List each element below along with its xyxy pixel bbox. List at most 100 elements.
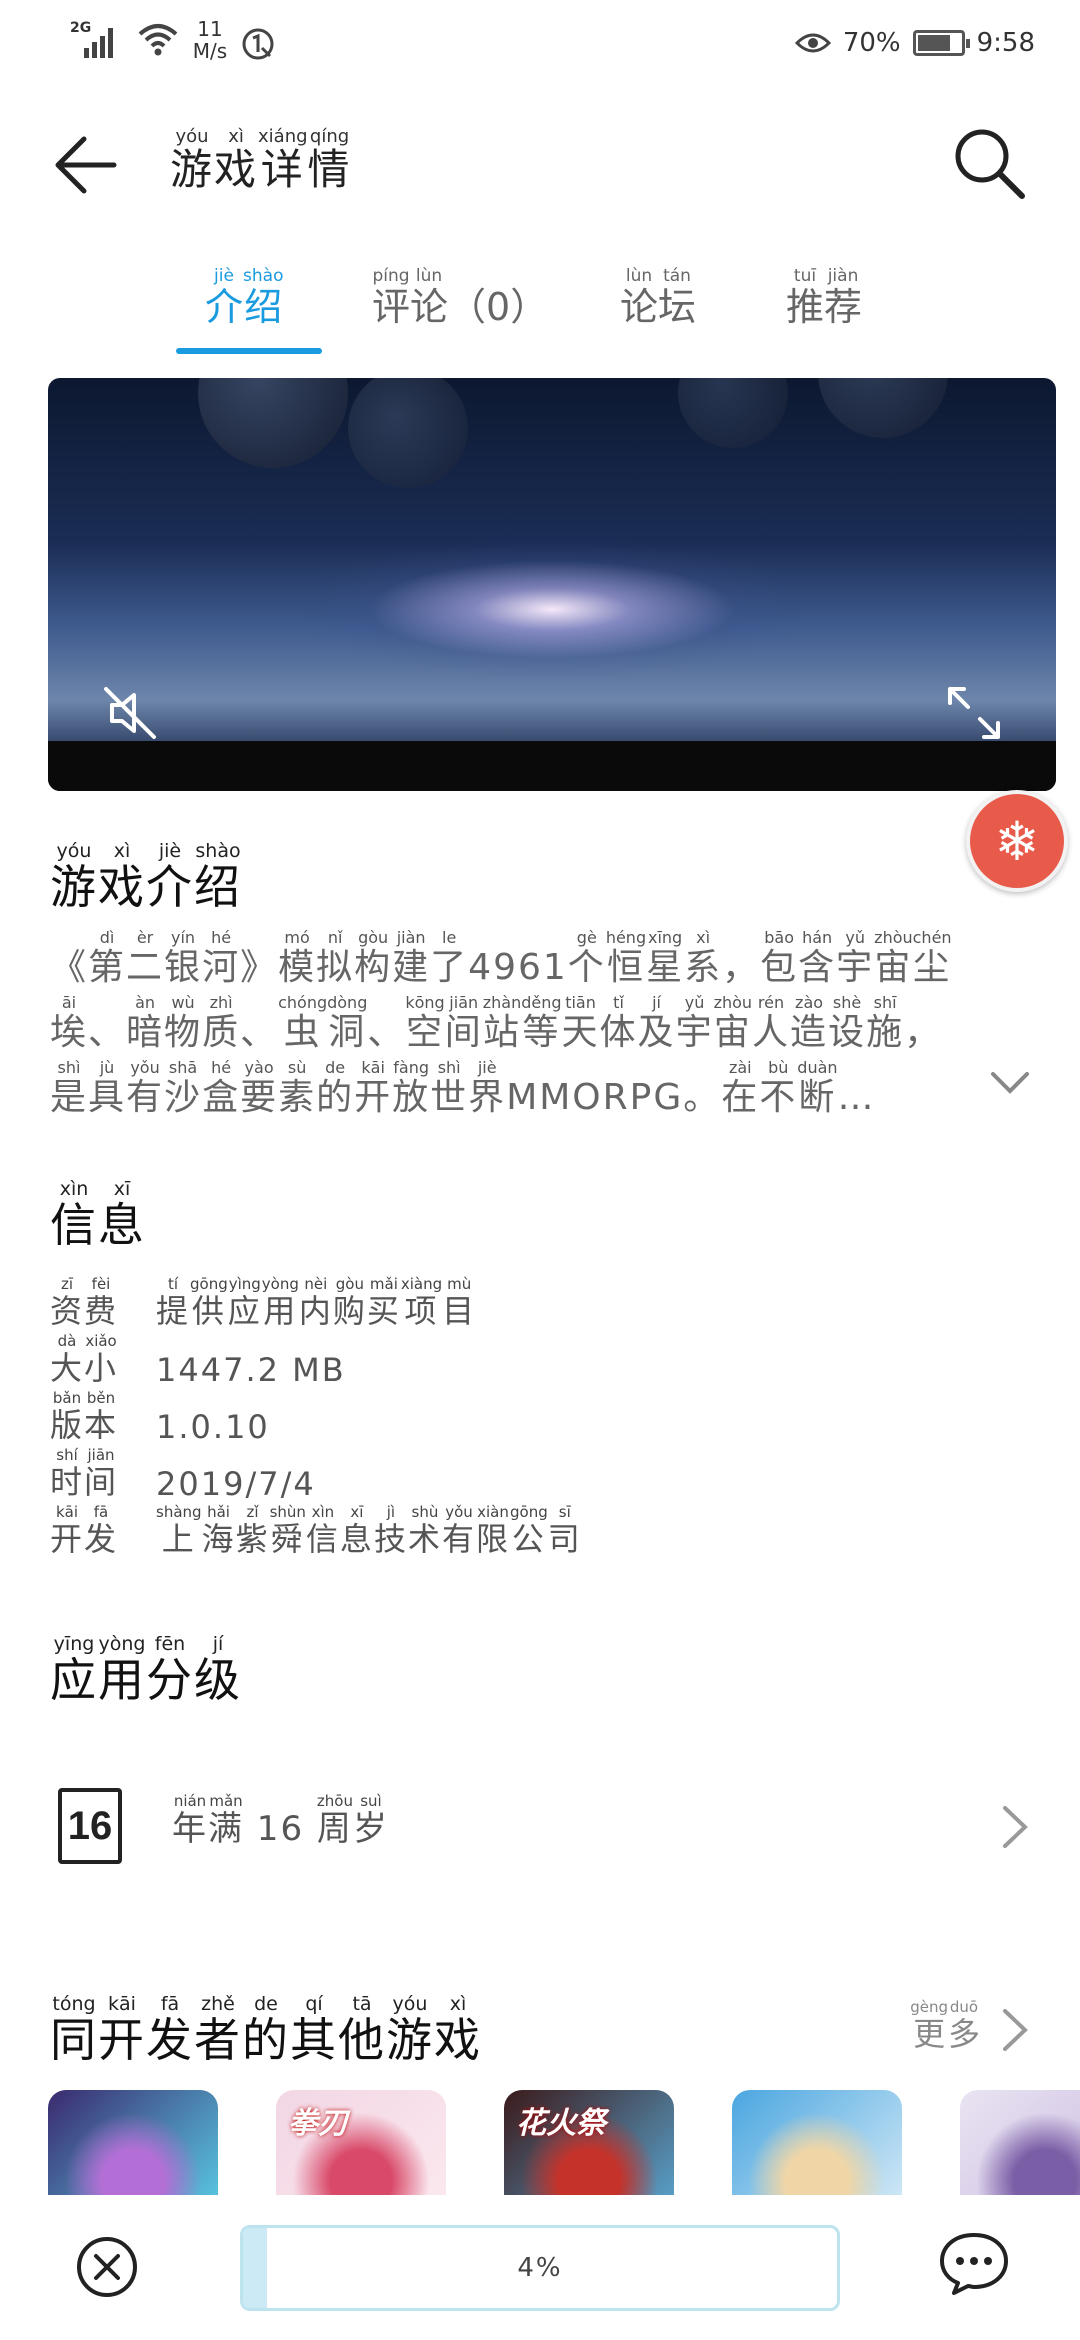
age-rating-row[interactable]: 16 年nián满mǎn 16 周zhōu岁suì [0, 1770, 1080, 1880]
info-row: 时shí间jiān 2019/7/4 [50, 1446, 582, 1503]
close-icon[interactable] [75, 2235, 139, 2299]
network-speed: 11 M/s [190, 18, 230, 62]
info-label: 时shí间jiān [50, 1446, 156, 1503]
info-value-text: 1447.2 MB [156, 1351, 346, 1389]
description-line: 《第dì二èr银yín河hé》模mó拟nǐ构gòu建jiàn了le4961个gè… [50, 928, 1030, 995]
comment-icon[interactable] [938, 2231, 1010, 2297]
bottom-bar: 4% [0, 2195, 1080, 2340]
info-value-text: 2019/7/4 [156, 1465, 316, 1503]
tab-bar: 介jiè绍shào 评píng论lùn（0） 论lùn坛tán 推tuī荐jià… [0, 266, 1080, 358]
info-value: 2019/7/4 [156, 1465, 316, 1503]
rating-section-title-text: 应yīng用yòng分fēn级jí [50, 1633, 242, 1707]
battery-icon [912, 30, 970, 56]
description-text: 埃āi、暗àn物wù质zhì、虫chóng洞dòng、空kōng间jiān站zh… [50, 993, 943, 1053]
status-bar: 2G 11 M/s 70% 9:58 [0, 0, 1080, 90]
page-title-text: 游yóu戏xì详xiáng情qíng [170, 126, 352, 194]
signal-icon: 2G [70, 20, 113, 58]
data-saver-icon [242, 28, 274, 60]
age-rating-text-ruby: 年nián满mǎn 16 周zhōu岁suì [172, 1792, 389, 1849]
info-value: 上shàng海hǎi紫zǐ舜shùn信xìn息xī技jì术shù有yǒu限xià… [156, 1503, 582, 1560]
tab-label: 介jiè绍shào [205, 266, 284, 329]
description-text: 是shì具jù有yǒu沙shā盒hé要yào素sù的de开kāi放fàng世sh… [50, 1058, 876, 1118]
chevron-right-icon[interactable] [995, 2005, 1035, 2055]
info-label: 资zī费fèi [50, 1275, 156, 1332]
info-list: 资zī费fèi 提tí供gōng应yìng用yòng内nèi购gòu买mǎi项xi… [50, 1275, 582, 1560]
tab-intro[interactable]: 介jiè绍shào [205, 266, 284, 331]
info-value: 1.0.10 [156, 1408, 270, 1446]
description-text: 《第dì二èr银yín河hé》模mó拟nǐ构gòu建jiàn了le4961个gè… [50, 928, 952, 988]
info-label: 开kāi发fā [50, 1503, 156, 1560]
game-thumbnail[interactable] [48, 2090, 218, 2195]
info-value: 1447.2 MB [156, 1351, 346, 1389]
same-developer-title: 同tóng开kāi发fā者zhě的de其qí他tā游yóu戏xì [50, 1993, 482, 2070]
video-frame-planet [678, 378, 788, 448]
info-value-text: 提tí供gōng应yìng用yòng内nèi购gòu买mǎi项xiàng目mù [156, 1275, 477, 1330]
download-progress-button[interactable]: 4% [240, 2225, 840, 2311]
app-header: 游yóu戏xì详xiáng情qíng [0, 110, 1080, 220]
download-progress-text: 4% [517, 2253, 563, 2283]
search-icon[interactable] [950, 124, 1030, 204]
network-speed-value: 11 [197, 17, 223, 41]
info-label-text: 大dà小xiǎo [50, 1332, 119, 1387]
tab-recommend[interactable]: 推tuī荐jiàn [786, 266, 863, 331]
game-thumbnail[interactable]: 拳刃 [276, 2090, 446, 2195]
chevron-down-icon[interactable] [985, 1058, 1035, 1108]
age-rating-text: 年nián满mǎn 16 周zhōu岁suì [172, 1792, 389, 1850]
tab-label: 论lùn坛tán [620, 266, 697, 329]
tab-indicator [176, 348, 322, 354]
video-frame-planet [818, 378, 948, 438]
intro-section-title-text: 游yóu戏xì介jiè绍shào [50, 840, 242, 914]
game-thumbnail[interactable] [732, 2090, 902, 2195]
battery-percent: 70% [842, 28, 901, 58]
game-description: 《第dì二èr银yín河hé》模mó拟nǐ构gòu建jiàn了le4961个gè… [50, 928, 1030, 1125]
tab-reviews[interactable]: 评píng论lùn（0） [372, 266, 549, 331]
age-rating-badge: 16 [58, 1788, 122, 1864]
eye-comfort-icon [794, 33, 831, 53]
info-label-text: 时shí间jiān [50, 1446, 119, 1501]
info-label: 大dà小xiǎo [50, 1332, 156, 1389]
wifi-icon [138, 24, 178, 56]
svg-text:2G: 2G [70, 20, 91, 36]
more-link[interactable]: 更gèng多duō [910, 1998, 980, 2055]
info-row: 开kāi发fā 上shàng海hǎi紫zǐ舜shùn信xìn息xī技jì术shù有… [50, 1503, 582, 1560]
game-thumbnail[interactable] [960, 2090, 1080, 2195]
chevron-right-icon [1003, 1806, 1028, 1848]
battery-level [917, 35, 950, 51]
page-title: 游yóu戏xì详xiáng情qíng [170, 126, 352, 197]
mute-icon[interactable] [100, 683, 160, 743]
info-value: 提tí供gōng应yìng用yòng内nèi购gòu买mǎi项xiàng目mù [156, 1275, 477, 1332]
info-label-text: 资zī费fèi [50, 1275, 119, 1330]
game-carousel: 拳刃 花火祭 [48, 2090, 1080, 2195]
video-player[interactable] [48, 378, 1056, 791]
description-line: 是shì具jù有yǒu沙shā盒hé要yào素sù的de开kāi放fàng世sh… [50, 1058, 1030, 1125]
game-thumbnail[interactable]: 花火祭 [504, 2090, 674, 2195]
status-left: 2G 11 M/s [70, 18, 276, 62]
snowflake-fab[interactable]: ❄ [966, 790, 1068, 892]
video-control-strip [48, 741, 1056, 791]
info-label: 版bǎn本běn [50, 1389, 156, 1446]
fullscreen-icon[interactable] [944, 683, 1004, 743]
info-value-text: 1.0.10 [156, 1408, 270, 1446]
clock: 9:58 [976, 28, 1035, 58]
info-value-text: 上shàng海hǎi紫zǐ舜shùn信xìn息xī技jì术shù有yǒu限xià… [156, 1503, 582, 1558]
tab-count: （0） [448, 285, 549, 329]
info-section-title-text: 信xìn息xī [50, 1178, 146, 1252]
info-section-title: 信xìn息xī [50, 1178, 146, 1255]
back-arrow-icon[interactable] [50, 130, 120, 200]
more-link-text: 更gèng多duō [910, 1998, 980, 2053]
network-speed-unit: M/s [192, 39, 228, 63]
tab-forum[interactable]: 论lùn坛tán [620, 266, 697, 331]
snowflake-icon: ❄ [994, 809, 1040, 873]
video-frame-planet [348, 378, 468, 488]
rating-section-title: 应yīng用yòng分fēn级jí [50, 1633, 242, 1710]
info-label-text: 开kāi发fā [50, 1503, 119, 1558]
intro-section-title: 游yóu戏xì介jiè绍shào [50, 840, 242, 917]
status-right: 70% 9:58 [794, 28, 1035, 58]
tab-label: 推tuī荐jiàn [786, 266, 863, 329]
info-label-text: 版bǎn本běn [50, 1389, 119, 1444]
tab-label: 评píng论lùn [372, 266, 449, 329]
info-row: 资zī费fèi 提tí供gōng应yìng用yòng内nèi购gòu买mǎi项xi… [50, 1275, 582, 1332]
video-frame-planet [198, 378, 348, 468]
same-developer-title-text: 同tóng开kāi发fā者zhě的de其qí他tā游yóu戏xì [50, 1993, 482, 2067]
info-row: 大dà小xiǎo 1447.2 MB [50, 1332, 582, 1389]
